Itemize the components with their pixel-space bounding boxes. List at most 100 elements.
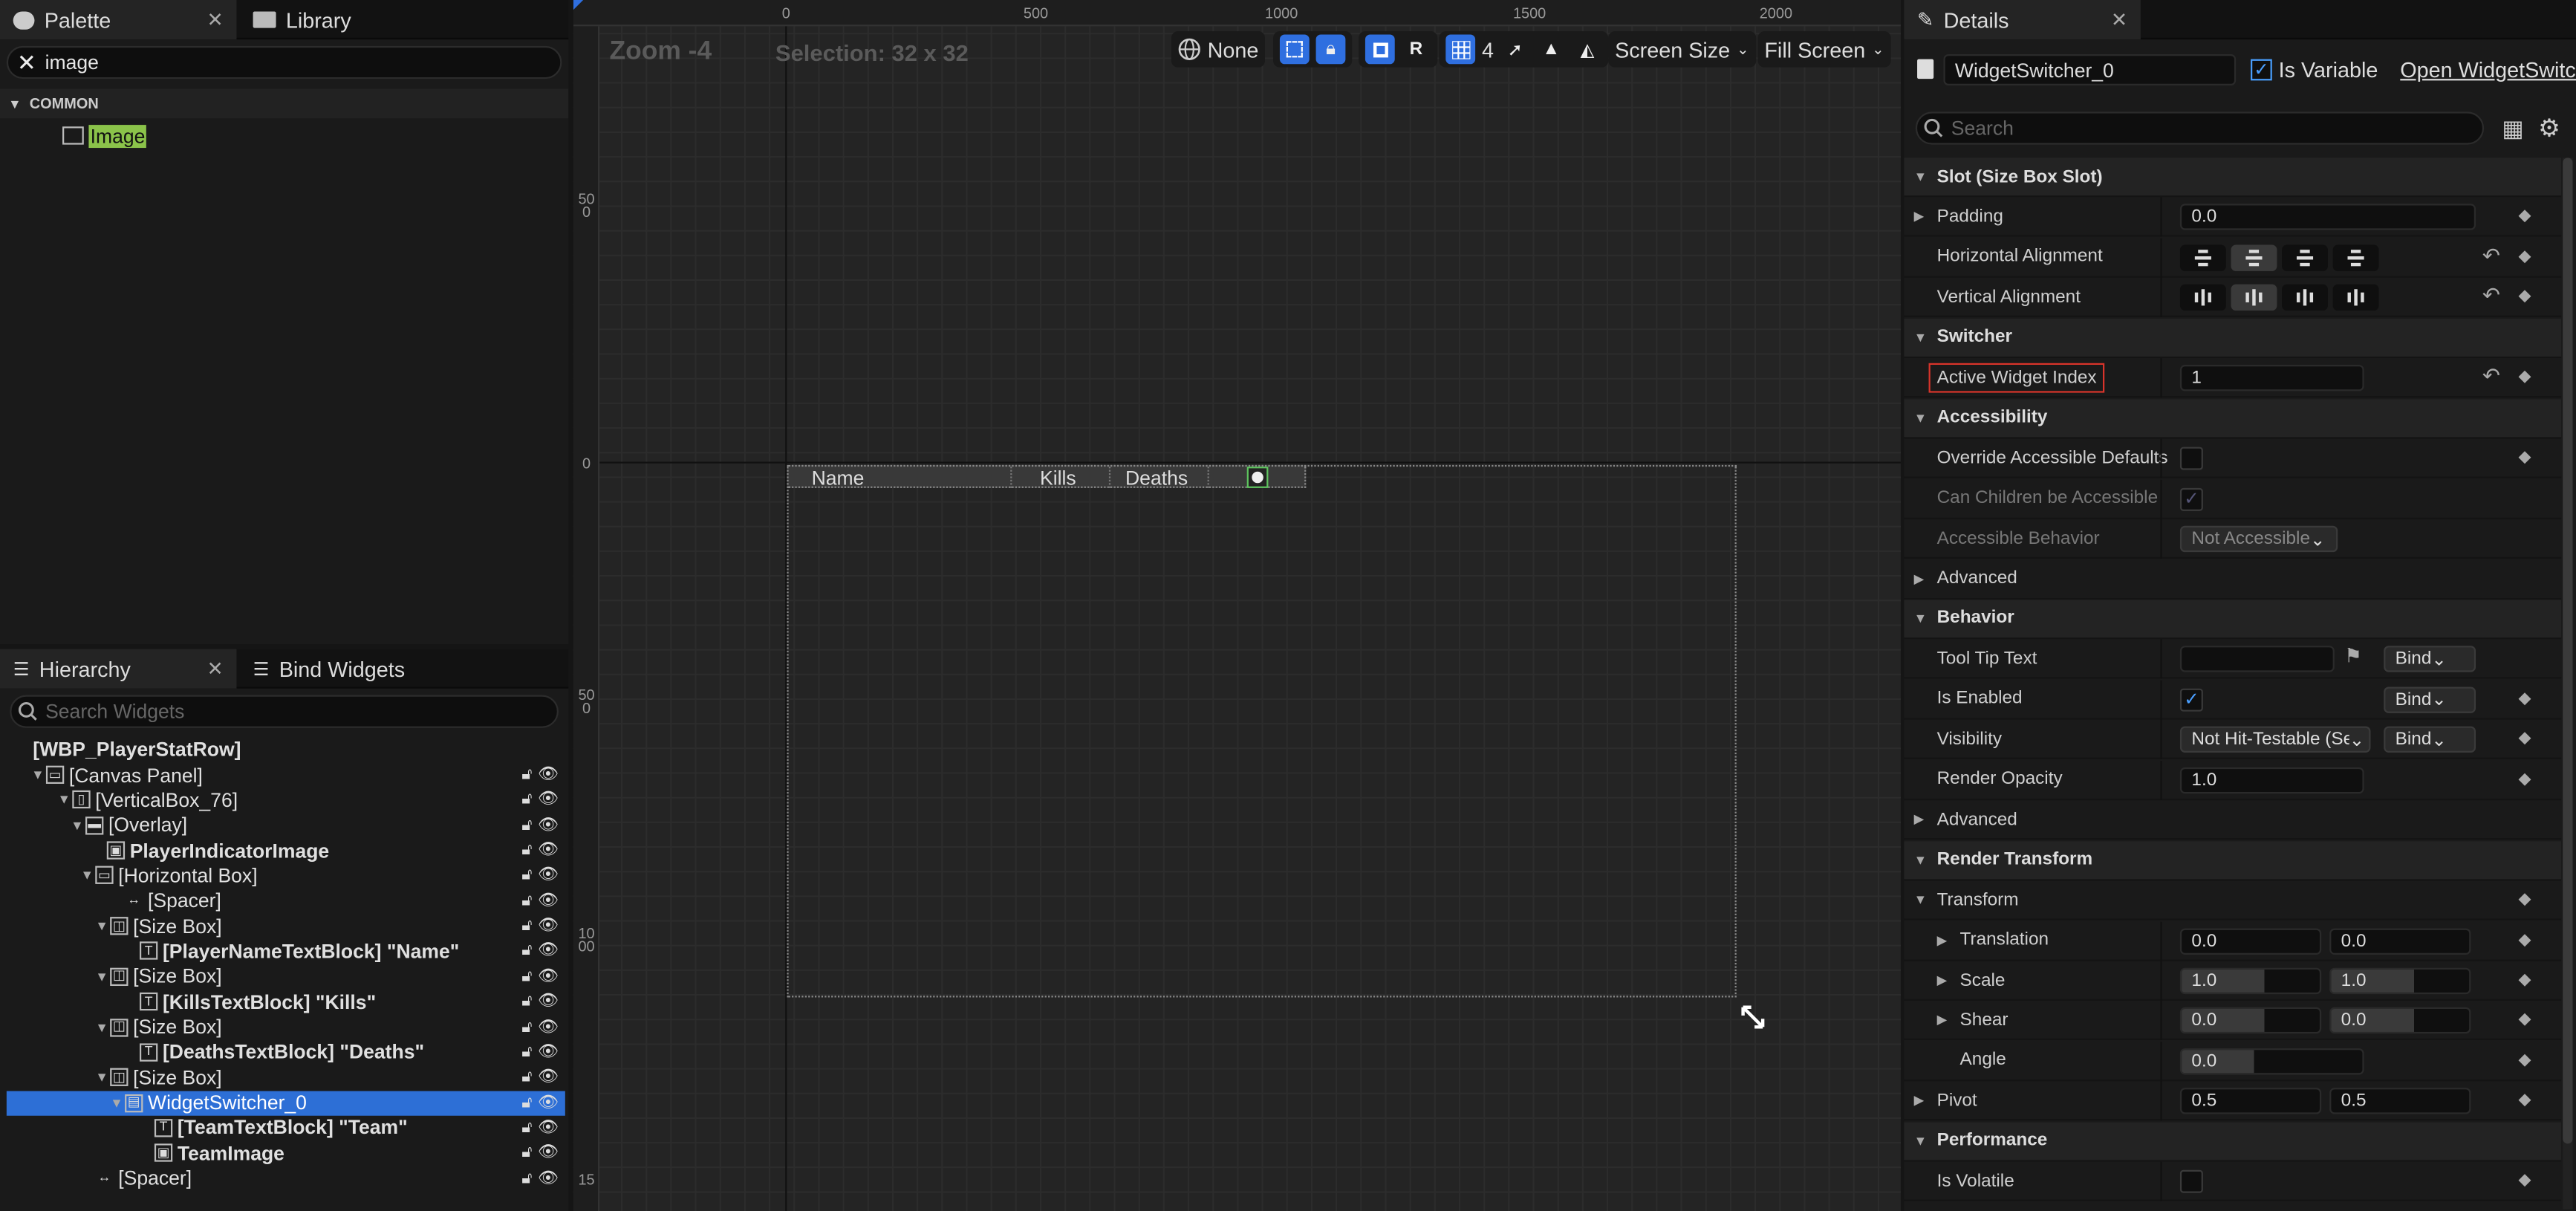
unlock-icon[interactable]: 🔓︎ (521, 1094, 532, 1111)
chevron-right-icon[interactable]: ▶ (1914, 1094, 1925, 1108)
property-dropdown[interactable]: Not Accessible ⌄ (2179, 525, 2338, 553)
resize-handle-icon[interactable] (1740, 1004, 1766, 1030)
tree-row[interactable]: ▼ ◫ [Size Box] 🔓︎ 👁︎ (7, 964, 565, 989)
grid-snap-icon[interactable] (1445, 34, 1476, 65)
eye-icon[interactable]: 👁︎ (538, 1144, 559, 1162)
tree-row[interactable]: ▼ ◫ [Size Box] 🔓︎ 👁︎ (7, 1065, 565, 1090)
chevron-down-icon[interactable]: ▼ (1914, 169, 1928, 184)
palette-search-input[interactable] (45, 51, 561, 74)
valign-center-icon[interactable] (2231, 285, 2277, 311)
unlock-icon[interactable]: 🔓︎ (521, 942, 532, 960)
tab-palette[interactable]: Palette ✕ (0, 0, 237, 40)
unlock-icon[interactable]: 🔓︎ (521, 892, 532, 909)
tree-row[interactable]: ↔ [Spacer] 🔓︎ 👁︎ (7, 1166, 565, 1190)
tree-row[interactable]: ▣ TeamImage 🔓︎ 👁︎ (7, 1140, 565, 1165)
chevron-right-icon[interactable]: ▶ (1937, 1013, 1948, 1027)
unlock-icon[interactable]: 🔓︎ (521, 917, 532, 935)
unlock-icon[interactable]: 🔓︎ (521, 766, 532, 784)
tree-row[interactable]: ▼ ▭ [Horizontal Box] 🔓︎ 👁︎ (7, 863, 565, 888)
expand-arrow-icon[interactable]: ▼ (94, 969, 110, 984)
hierarchy-search-input[interactable] (45, 700, 557, 724)
localization-group[interactable]: None (1171, 31, 1266, 68)
property-value-field[interactable]: 1.0 (2179, 767, 2364, 793)
expand-arrow-icon[interactable]: ▼ (30, 767, 46, 782)
eye-icon[interactable]: 👁︎ (538, 1018, 559, 1036)
unlock-icon[interactable]: 🔓︎ (521, 1018, 532, 1036)
eye-icon[interactable]: 👁︎ (538, 1094, 559, 1111)
chevron-down-icon[interactable]: ▼ (1914, 1134, 1928, 1149)
table-view-icon[interactable]: ▦ (2502, 115, 2523, 143)
tab-library[interactable]: Library (240, 0, 437, 39)
eye-icon[interactable]: 👁︎ (538, 942, 559, 960)
tab-bind-widgets[interactable]: ☰ Bind Widgets (240, 649, 470, 689)
unlock-icon[interactable]: 🔓︎ (521, 1119, 532, 1137)
keyframe-icon[interactable]: ◆ (2519, 369, 2531, 386)
preview-row[interactable]: Name Kills Deaths (787, 464, 1307, 490)
tree-row[interactable]: ▼ ◫ [Size Box] 🔓︎ 👁︎ (7, 914, 565, 938)
property-row-render-opacity[interactable]: Render Opacity 1.0 ◆ (1904, 760, 2562, 800)
property-row-is-enabled[interactable]: Is Enabled ✓ Bind ⌄ ◆ (1904, 680, 2562, 720)
is-variable-checkbox[interactable]: ✓ (2251, 59, 2272, 81)
property-row-can-children-be-accessible[interactable]: Can Children be Accessible ✓ (1904, 478, 2562, 519)
property-row-section-slot[interactable]: ▼ Slot (Size Box Slot) (1904, 158, 2562, 198)
property-row-angle[interactable]: Angle 0.0 ◆ (1904, 1041, 2562, 1082)
keyframe-icon[interactable]: ◆ (2519, 770, 2531, 788)
unlock-icon[interactable]: 🔓︎ (521, 866, 532, 884)
tree-row[interactable]: ▼ ▯ [VerticalBox_76] 🔓︎ 👁︎ (7, 788, 565, 812)
property-checkbox[interactable]: ✓ (2179, 688, 2203, 712)
keyframe-icon[interactable]: ◆ (2519, 1051, 2531, 1069)
tab-details[interactable]: ✎ Details ✕ (1904, 0, 2141, 40)
tree-row[interactable]: ▼ ▬ [Overlay] 🔓︎ 👁︎ (7, 813, 565, 837)
palette-item-image[interactable]: Image (62, 123, 147, 148)
chevron-down-icon[interactable]: ▼ (1914, 330, 1928, 345)
property-row-pivot[interactable]: ▶ Pivot 0.5 0.5 ◆ (1904, 1082, 2562, 1122)
close-icon[interactable]: ✕ (2111, 8, 2127, 31)
landscape-icon[interactable]: ▲ (1536, 34, 1566, 64)
property-value-field[interactable]: 0.0 (2179, 1048, 2364, 1075)
details-scrollbar[interactable] (2563, 158, 2573, 1210)
tree-row[interactable]: ▣ PlayerIndicatorImage 🔓︎ 👁︎ (7, 838, 565, 863)
details-search[interactable] (1915, 111, 2485, 145)
tab-hierarchy[interactable]: ☰ Hierarchy ✕ (0, 649, 237, 689)
chevron-right-icon[interactable]: ▶ (1914, 812, 1925, 827)
culture-dropdown-label[interactable]: None (1208, 37, 1259, 62)
close-icon[interactable]: ✕ (207, 658, 224, 681)
triangle-icon[interactable]: ◭ (1572, 34, 1602, 64)
tree-row[interactable]: T [PlayerNameTextBlock] "Name" 🔓︎ 👁︎ (7, 939, 565, 964)
expand-arrow-icon[interactable]: ▼ (56, 793, 72, 808)
property-value-field[interactable] (2179, 646, 2335, 673)
property-row-scale[interactable]: ▶ Scale 1.0 1.0 ◆ (1904, 961, 2562, 1001)
eye-icon[interactable]: 👁︎ (538, 1068, 559, 1086)
vector-y-field[interactable]: 0.5 (2329, 1088, 2471, 1115)
clear-search-icon[interactable]: ✕ (8, 48, 45, 77)
property-row-section-performance[interactable]: ▼ Performance (1904, 1122, 2562, 1162)
category-common[interactable]: ▼ COMMON (0, 88, 569, 119)
chevron-right-icon[interactable]: ▶ (1914, 210, 1925, 224)
keyframe-icon[interactable]: ◆ (2519, 690, 2531, 708)
property-row-visibility[interactable]: Visibility Not Hit-Testable (Se ⌄ Bind ⌄ ◆ (1904, 720, 2562, 760)
tree-row[interactable]: T [KillsTextBlock] "Kills" 🔓︎ 👁︎ (7, 990, 565, 1014)
bind-dropdown[interactable]: Bind ⌄ (2384, 686, 2476, 713)
layout-icon[interactable] (1365, 34, 1395, 65)
chevron-down-icon[interactable]: ▼ (1914, 611, 1928, 626)
property-checkbox[interactable] (2179, 447, 2203, 470)
vector-x-field[interactable]: 0.0 (2179, 927, 2322, 954)
bind-dropdown[interactable]: Bind ⌄ (2384, 646, 2476, 673)
hierarchy-search[interactable] (10, 695, 559, 728)
keyframe-icon[interactable]: ◆ (2519, 1011, 2531, 1029)
keyframe-icon[interactable]: ◆ (2519, 1172, 2531, 1189)
valign-left-icon[interactable] (2179, 285, 2226, 311)
eye-icon[interactable]: 👁︎ (538, 967, 559, 985)
tree-row[interactable]: ▼ ▭ [Canvas Panel] 🔓︎ 👁︎ (7, 762, 565, 787)
unlock-icon[interactable]: 🔓︎ (521, 1068, 532, 1086)
property-dropdown[interactable]: Not Hit-Testable (Se ⌄ (2179, 727, 2371, 753)
chevron-right-icon[interactable]: ▶ (1914, 571, 1925, 586)
property-row-accessible-behavior[interactable]: Accessible Behavior Not Accessible ⌄ (1904, 519, 2562, 559)
property-row-padding[interactable]: ▶ Padding 0.0 ◆ (1904, 198, 2562, 238)
cursor-icon[interactable]: ➚ (1500, 34, 1530, 64)
eye-icon[interactable]: 👁︎ (538, 841, 559, 859)
keyframe-icon[interactable]: ◆ (2519, 449, 2531, 467)
respect-locks-button[interactable]: R (1402, 34, 1431, 64)
property-row-section-behavior[interactable]: ▼ Behavior (1904, 600, 2562, 640)
unlock-icon[interactable]: 🔓︎ (521, 1043, 532, 1061)
